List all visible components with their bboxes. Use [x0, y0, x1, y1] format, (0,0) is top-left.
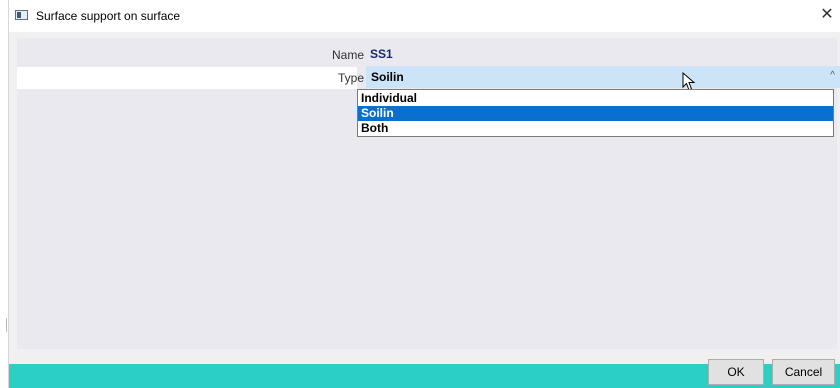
dropdown-option-soilin[interactable]: Soilin — [358, 106, 833, 121]
type-dropdown-list: Individual Soilin Both — [357, 89, 834, 137]
dropdown-option-both[interactable]: Both — [358, 121, 833, 136]
dropdown-option-individual[interactable]: Individual — [358, 91, 833, 106]
cancel-button[interactable]: Cancel — [772, 359, 835, 385]
close-button[interactable]: ✕ — [813, 0, 840, 32]
type-label: Type — [337, 71, 364, 85]
form-panel: Name SS1 Type Soilin ^ — [17, 38, 840, 349]
name-label: Name — [331, 48, 364, 62]
chevron-up-icon[interactable]: ^ — [830, 70, 835, 81]
dialog-window-icon — [15, 10, 28, 20]
background-edge — [0, 0, 8, 388]
ok-button[interactable]: OK — [708, 359, 764, 385]
close-icon: ✕ — [820, 6, 834, 23]
type-select-value: Soilin — [371, 70, 404, 84]
dialog-title: Surface support on surface — [36, 9, 181, 23]
title-bar[interactable]: Surface support on surface ✕ — [9, 0, 840, 32]
edge-mark — [6, 318, 7, 332]
type-row-strip — [17, 67, 357, 89]
type-select[interactable]: Soilin ^ — [366, 66, 840, 91]
name-value[interactable]: SS1 — [370, 47, 393, 61]
dialog-window: Surface support on surface ✕ Name SS1 Ty… — [8, 0, 840, 388]
